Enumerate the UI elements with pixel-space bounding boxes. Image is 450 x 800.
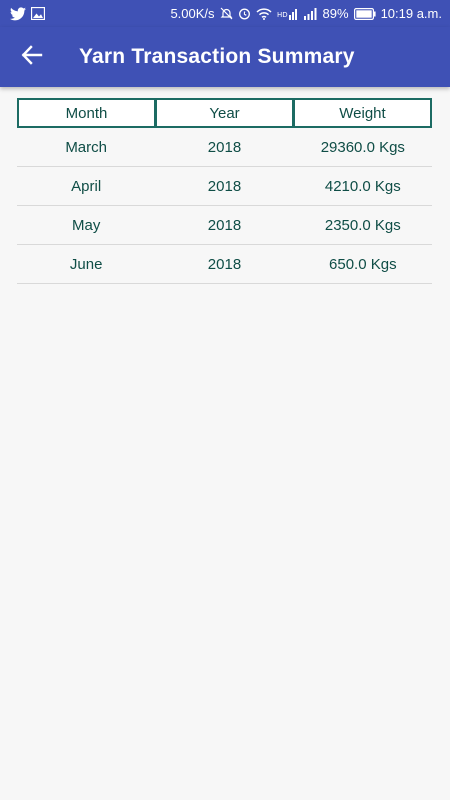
cell-month: April xyxy=(71,177,102,195)
alarm-icon xyxy=(238,7,251,20)
cell-month: March xyxy=(65,138,107,156)
table-row: May 2018 2350.0 Kgs xyxy=(17,206,432,245)
wifi-icon xyxy=(256,7,272,20)
battery-icon xyxy=(353,7,376,20)
signal-hd-icon: HD xyxy=(277,8,299,20)
header-month: Month xyxy=(19,100,154,126)
battery-percent: 89% xyxy=(322,6,349,21)
cell-month: May xyxy=(71,216,101,234)
twitter-icon xyxy=(10,6,26,21)
image-icon xyxy=(31,7,45,20)
summary-table: Month Year Weight March 2018 29360.0 Kgs… xyxy=(17,98,432,284)
table-header: Month Year Weight xyxy=(17,98,432,128)
cell-weight: 650.0 Kgs xyxy=(329,255,397,273)
cell-year: 2018 xyxy=(207,216,242,234)
cell-weight: 4210.0 Kgs xyxy=(324,177,401,195)
cell-year: 2018 xyxy=(207,177,242,195)
clock: 10:19 a.m. xyxy=(380,6,442,21)
header-weight: Weight xyxy=(295,100,430,126)
cell-month: June xyxy=(69,255,103,273)
cell-weight: 2350.0 Kgs xyxy=(324,216,401,234)
cell-weight: 29360.0 Kgs xyxy=(320,138,405,156)
app-bar: Yarn Transaction Summary xyxy=(0,27,450,87)
network-speed: 5.00K/s xyxy=(170,6,215,21)
mute-icon xyxy=(220,7,233,20)
back-button[interactable] xyxy=(4,29,60,85)
header-year: Year xyxy=(157,100,292,126)
status-bar-left xyxy=(10,6,45,21)
page-title: Yarn Transaction Summary xyxy=(79,45,355,68)
table-row: June 2018 650.0 Kgs xyxy=(17,245,432,284)
cell-year: 2018 xyxy=(207,255,242,273)
status-bar-right: 5.00K/s HD 89% 10:19 a.m. xyxy=(170,6,442,21)
cell-year: 2018 xyxy=(207,138,242,156)
table-row: April 2018 4210.0 Kgs xyxy=(17,167,432,206)
signal-icon xyxy=(303,7,318,20)
svg-text:HD: HD xyxy=(277,11,288,19)
table-row: March 2018 29360.0 Kgs xyxy=(17,128,432,167)
arrow-back-icon xyxy=(21,44,43,70)
status-bar: 5.00K/s HD 89% 10:19 a.m. xyxy=(0,0,450,27)
